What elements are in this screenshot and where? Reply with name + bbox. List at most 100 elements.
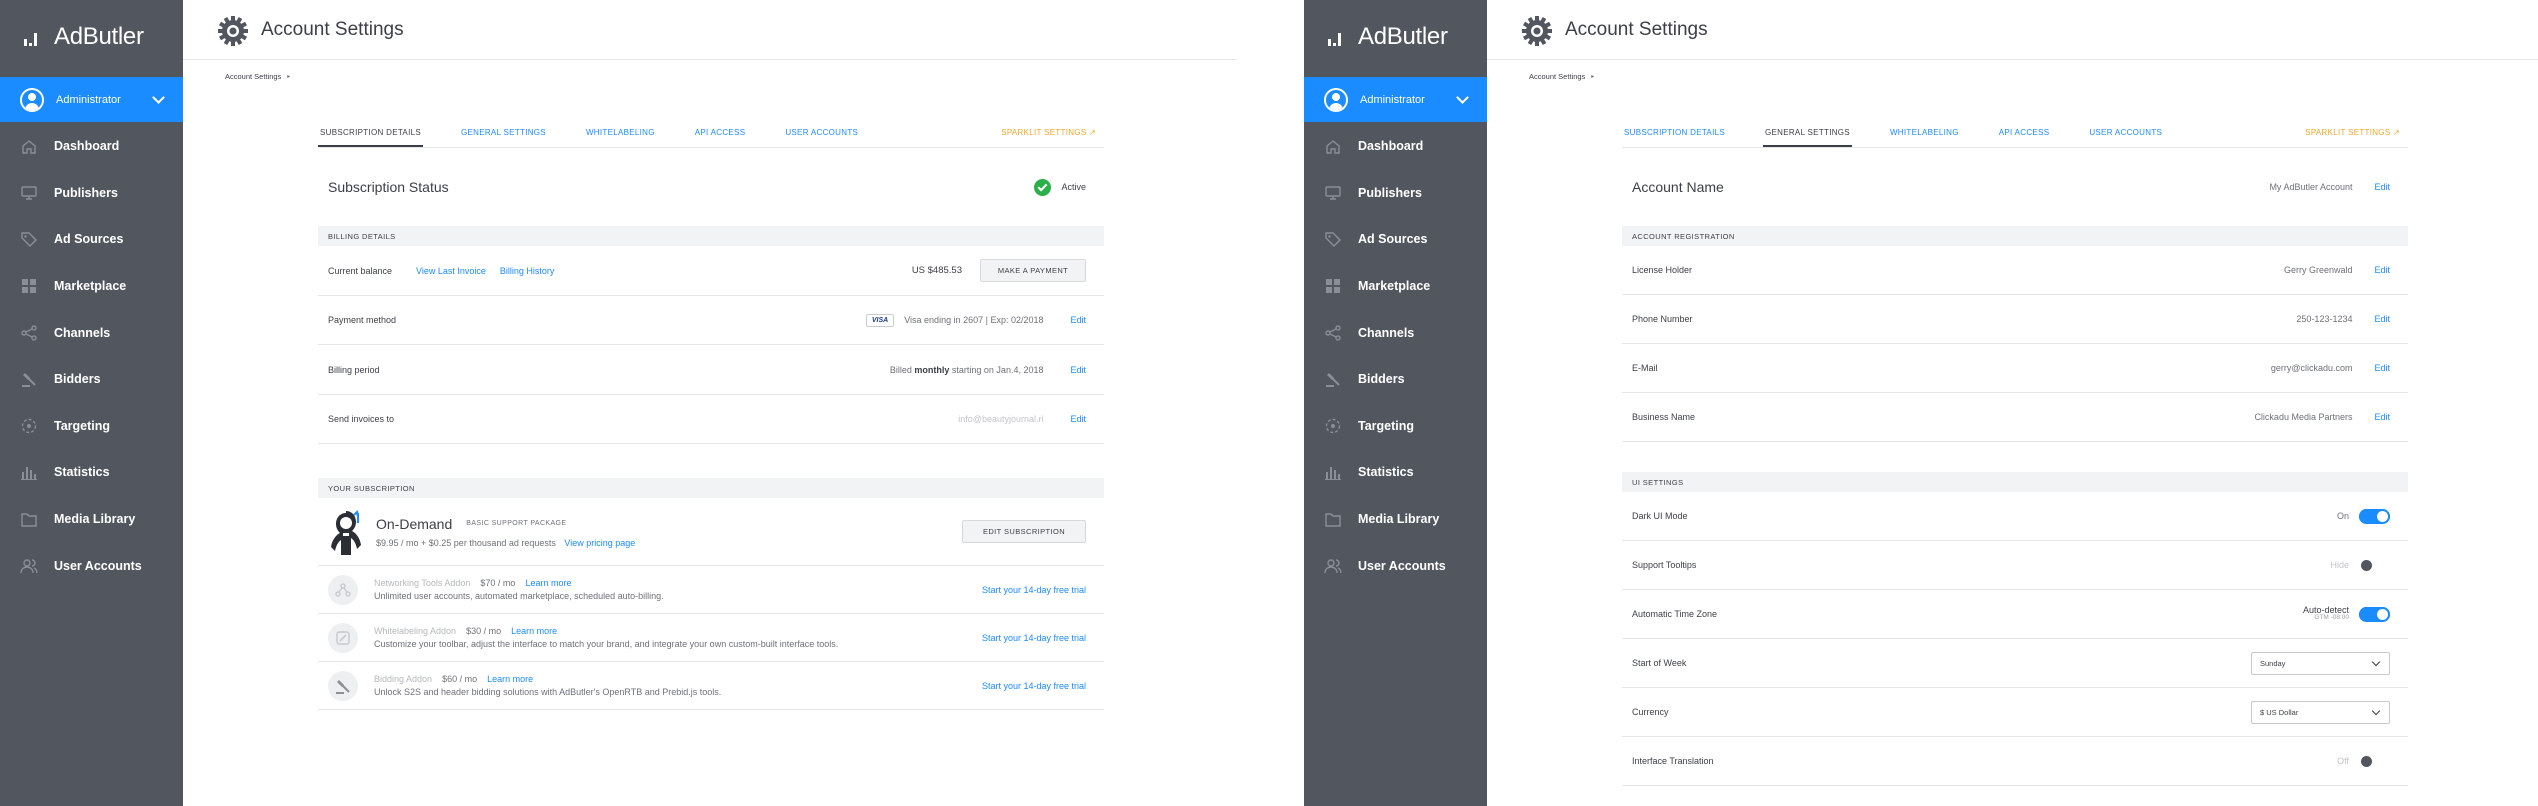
sidebar-item-ad-sources[interactable]: Ad Sources — [1304, 216, 1487, 263]
tab-user-accounts[interactable]: USER ACCOUNTS — [783, 128, 860, 147]
send-invoices-label: Send invoices to — [328, 414, 395, 424]
bar-chart-icon — [1324, 463, 1342, 481]
subscription-content: SUBSCRIPTION DETAILS GENERAL SETTINGS WH… — [318, 118, 1104, 710]
tab-sparklit-settings[interactable]: SPARKLIT SETTINGS ↗ — [999, 128, 1098, 147]
auto-timezone-toggle[interactable] — [2359, 606, 2390, 622]
addon-name: Whitelabeling Addon — [374, 626, 457, 636]
tab-sparklit-settings[interactable]: SPARKLIT SETTINGS ↗ — [2303, 128, 2402, 147]
edit-registration-link[interactable]: Edit — [2374, 314, 2390, 324]
tab-whitelabeling[interactable]: WHITELABELING — [1888, 128, 1961, 147]
home-icon — [20, 137, 38, 155]
current-balance-row: Current balance View Last Invoice Billin… — [318, 246, 1104, 296]
invoice-email: info@beautyjournal.ri — [958, 414, 1044, 424]
view-pricing-link[interactable]: View pricing page — [564, 538, 635, 548]
registration-label: Phone Number — [1632, 314, 1693, 324]
brand[interactable]: AdButler — [24, 20, 144, 54]
tab-general-settings[interactable]: GENERAL SETTINGS — [459, 128, 548, 147]
start-free-trial-link[interactable]: Start your 14-day free trial — [982, 585, 1086, 595]
sidebar-nav: Dashboard Publishers Ad Sources Marketplace… — [1304, 123, 1487, 589]
tab-api-access[interactable]: API ACCESS — [1997, 128, 2052, 147]
view-last-invoice-link[interactable]: View Last Invoice — [416, 266, 486, 276]
sidebar-item-label: Media Library — [54, 512, 136, 527]
payment-method-row: Payment method VISA Visa ending in 2607 … — [318, 296, 1104, 345]
edit-account-name-link[interactable]: Edit — [2374, 182, 2390, 192]
sidebar-item-marketplace[interactable]: Marketplace — [1304, 263, 1487, 310]
tab-user-accounts[interactable]: USER ACCOUNTS — [2087, 128, 2164, 147]
sidebar-item-user-accounts[interactable]: User Accounts — [1304, 542, 1487, 589]
support-tooltips-row: Support Tooltips Hide — [1622, 541, 2408, 590]
sidebar-item-targeting[interactable]: Targeting — [0, 403, 183, 450]
currency-select[interactable]: $ US Dollar — [2251, 700, 2390, 724]
edit-payment-link[interactable]: Edit — [1070, 315, 1086, 325]
grid-icon — [20, 277, 38, 295]
currency-label: Currency — [1632, 707, 1669, 717]
tag-icon — [20, 230, 38, 248]
sidebar-item-statistics[interactable]: Statistics — [1304, 449, 1487, 496]
addon-learn-more-link[interactable]: Learn more — [525, 578, 571, 588]
sidebar-item-ad-sources[interactable]: Ad Sources — [0, 216, 183, 263]
sidebar-item-media-library[interactable]: Media Library — [0, 496, 183, 543]
tab-subscription-details[interactable]: SUBSCRIPTION DETAILS — [1622, 128, 1727, 147]
sidebar-item-channels[interactable]: Channels — [0, 309, 183, 356]
breadcrumb[interactable]: Account Settings ▸ — [1529, 72, 1594, 81]
monitor-icon — [1324, 184, 1342, 202]
edit-registration-link[interactable]: Edit — [2374, 412, 2390, 422]
addon-info: Networking Tools Addon $70 / mo Learn more… — [374, 578, 982, 601]
edit-registration-link[interactable]: Edit — [2374, 265, 2390, 275]
start-free-trial-link[interactable]: Start your 14-day free trial — [982, 633, 1086, 643]
edit-subscription-button[interactable]: EDIT SUBSCRIPTION — [962, 520, 1086, 543]
sidebar-item-label: Statistics — [54, 465, 110, 480]
sidebar-item-dashboard[interactable]: Dashboard — [1304, 123, 1487, 170]
billing-details-header: BILLING DETAILS — [318, 226, 1104, 246]
chevron-down-icon — [1456, 91, 1469, 104]
support-tooltips-toggle[interactable] — [2359, 557, 2390, 573]
sidebar-item-publishers[interactable]: Publishers — [1304, 170, 1487, 217]
addon-learn-more-link[interactable]: Learn more — [511, 626, 557, 636]
sidebar: AdButler Administrator Dashboard Publishe… — [0, 0, 183, 806]
caret-right-icon: ▸ — [287, 74, 291, 80]
gear-icon — [218, 16, 248, 46]
settings-tabs: SUBSCRIPTION DETAILS GENERAL SETTINGS WH… — [1622, 118, 2408, 148]
start-of-week-label: Start of Week — [1632, 658, 1687, 668]
admin-menu[interactable]: Administrator — [0, 77, 183, 122]
edit-registration-link[interactable]: Edit — [2374, 363, 2390, 373]
addon-learn-more-link[interactable]: Learn more — [487, 674, 533, 684]
sidebar-item-bidders[interactable]: Bidders — [1304, 356, 1487, 403]
breadcrumb[interactable]: Account Settings ▸ — [225, 72, 290, 81]
check-circle-icon — [1034, 178, 1052, 196]
edit-billing-period-link[interactable]: Edit — [1070, 365, 1086, 375]
user-avatar-icon — [20, 87, 44, 112]
tab-whitelabeling[interactable]: WHITELABELING — [584, 128, 657, 147]
start-of-week-select[interactable]: Sunday — [2251, 651, 2390, 675]
share-icon — [1324, 324, 1342, 342]
tab-api-access[interactable]: API ACCESS — [693, 128, 748, 147]
sidebar-item-targeting[interactable]: Targeting — [1304, 403, 1487, 450]
account-name-row: Account Name My AdButler Account Edit — [1622, 148, 2408, 226]
users-icon — [1324, 557, 1342, 575]
sidebar-item-statistics[interactable]: Statistics — [0, 449, 183, 496]
sidebar-item-publishers[interactable]: Publishers — [0, 170, 183, 217]
billing-history-link[interactable]: Billing History — [500, 266, 912, 276]
tab-general-settings[interactable]: GENERAL SETTINGS — [1762, 128, 1852, 147]
sidebar-item-dashboard[interactable]: Dashboard — [0, 123, 183, 170]
brand[interactable]: AdButler — [1328, 20, 1448, 54]
sidebar-item-media-library[interactable]: Media Library — [1304, 496, 1487, 543]
registration-label: License Holder — [1632, 265, 1693, 275]
registration-list: License Holder Gerry Greenwald Edit Phone N… — [1622, 246, 2408, 442]
sidebar-item-marketplace[interactable]: Marketplace — [0, 263, 183, 310]
tag-icon — [1324, 230, 1342, 248]
home-icon — [1324, 137, 1342, 155]
start-free-trial-link[interactable]: Start your 14-day free trial — [982, 681, 1086, 691]
paint-icon — [328, 622, 358, 653]
edit-invoice-email-link[interactable]: Edit — [1070, 414, 1086, 424]
tab-subscription-details[interactable]: SUBSCRIPTION DETAILS — [318, 128, 423, 147]
sidebar-item-channels[interactable]: Channels — [1304, 309, 1487, 356]
sidebar-item-user-accounts[interactable]: User Accounts — [0, 542, 183, 589]
interface-translation-toggle[interactable] — [2359, 753, 2390, 769]
admin-menu[interactable]: Administrator — [1304, 77, 1487, 122]
target-icon — [20, 417, 38, 435]
sidebar-item-bidders[interactable]: Bidders — [0, 356, 183, 403]
dark-ui-mode-toggle[interactable] — [2359, 508, 2390, 524]
make-payment-button[interactable]: MAKE A PAYMENT — [980, 259, 1086, 282]
account-registration-header: ACCOUNT REGISTRATION — [1622, 226, 2408, 246]
